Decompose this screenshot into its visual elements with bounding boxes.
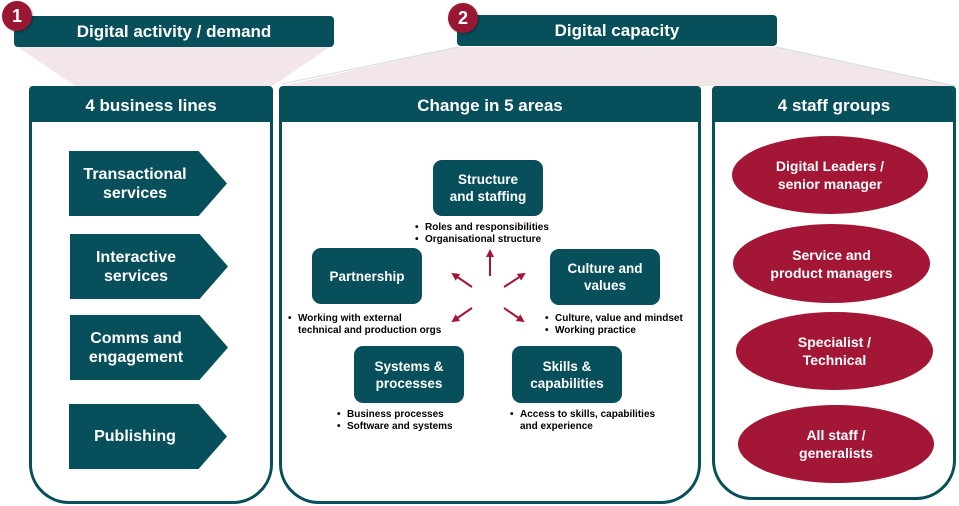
arrow-down-right: [503, 307, 525, 323]
arrow-up-right: [503, 272, 526, 288]
arrow-up-left: [451, 272, 473, 288]
arrow-down-left: [451, 307, 473, 323]
staff-group-all-staff: All staff / generalists: [738, 405, 934, 483]
staff-group-service-product: Service and product managers: [733, 224, 930, 303]
staff-group-digital-leaders: Digital Leaders / senior manager: [732, 136, 928, 214]
staff-group-specialist: Specialist / Technical: [736, 312, 933, 390]
panel-title: 4 staff groups: [715, 89, 953, 122]
